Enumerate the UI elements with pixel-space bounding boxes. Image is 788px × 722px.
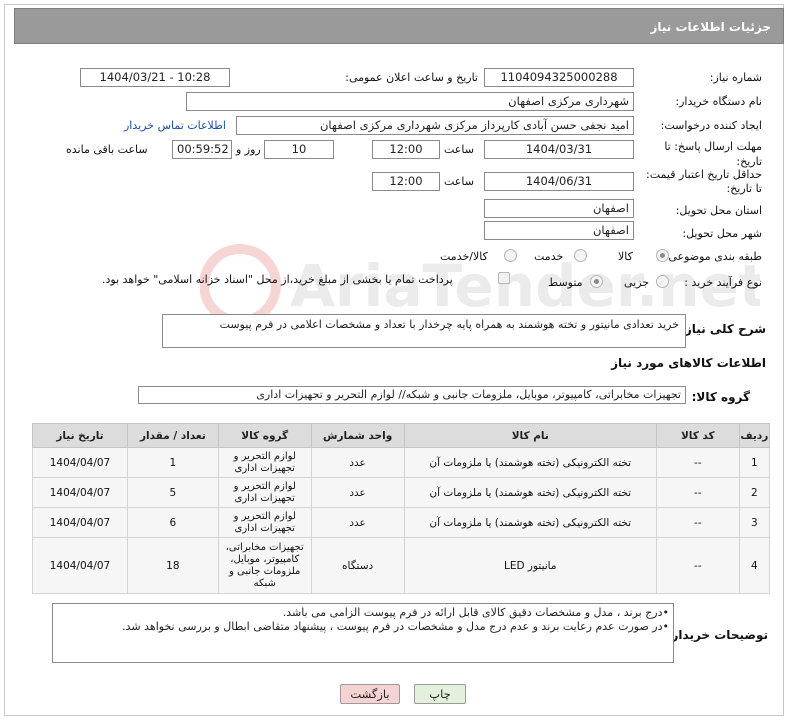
table-row[interactable]: 1 -- تخته الکترونیکی (تخته هوشمند) یا مل… xyxy=(32,447,771,478)
province-label: استان محل تحویل: xyxy=(675,204,762,217)
cell-group: لوازم التحریر و تجهیزات اداری xyxy=(217,447,312,478)
creator-label: ایجاد کننده درخواست: xyxy=(660,119,762,132)
back-button[interactable]: بازگشت xyxy=(340,684,400,704)
cell-qty: 5 xyxy=(126,477,219,508)
cell-qty: 1 xyxy=(126,447,219,478)
cell-qty: 18 xyxy=(126,537,219,594)
cell-code: -- xyxy=(655,507,740,538)
city-label: شهر محل تحویل: xyxy=(682,227,762,240)
buyer-org-field[interactable]: شهرداری مرکزی اصفهان xyxy=(186,92,634,111)
cell-code: -- xyxy=(655,537,740,594)
cell-row: 4 xyxy=(738,537,771,594)
process-option-minor: جزیی xyxy=(624,276,650,289)
price-date-field[interactable]: 1404/06/31 xyxy=(484,172,634,191)
process-label: نوع فرآیند خرید : xyxy=(684,276,762,289)
product-group-label: گروه کالا: xyxy=(691,390,750,404)
cell-group: تجهیزات مخابراتی، کامپیوتر، موبایل، ملزو… xyxy=(217,537,312,594)
deadline-time-field[interactable]: 12:00 xyxy=(372,140,440,159)
cell-row: 2 xyxy=(738,477,771,508)
cell-group: لوازم التحریر و تجهیزات اداری xyxy=(217,507,312,538)
creator-field[interactable]: امید نجفی حسن آبادی کارپرداز مرکزی شهردا… xyxy=(236,116,634,135)
days-label: روز و xyxy=(236,143,261,156)
items-table: ردیف کد کالا نام کالا واحد شمارش گروه کا… xyxy=(32,423,771,594)
category-option-goods: کالا xyxy=(618,250,633,263)
col-unit: واحد شمارش xyxy=(310,423,405,448)
cell-name: مانیتور LED xyxy=(403,537,657,594)
cell-date: 1404/04/07 xyxy=(32,537,128,594)
print-button[interactable]: چاپ xyxy=(414,684,466,704)
category-label: طبقه بندی موضوعی: xyxy=(664,250,762,263)
need-number-field[interactable]: 1104094325000288 xyxy=(484,68,634,87)
time-remaining-label: ساعت باقی مانده xyxy=(66,143,148,156)
cell-unit: عدد xyxy=(310,447,405,478)
price-time-label: ساعت xyxy=(444,175,474,188)
time-remaining-field[interactable]: 00:59:52 xyxy=(172,140,232,159)
col-code: کد کالا xyxy=(655,423,740,448)
buyer-notes-label: توضیحات خریدار: xyxy=(666,628,768,642)
treasury-payment-note: پرداخت تمام یا بخشی از مبلغ خرید،از محل … xyxy=(102,273,453,286)
table-header-row: ردیف کد کالا نام کالا واحد شمارش گروه کا… xyxy=(32,423,771,448)
price-validity-label: حداقل تاریخ اعتبار قیمت: xyxy=(646,168,762,181)
deadline-label-2: تاریخ: xyxy=(736,155,762,168)
table-row[interactable]: 3 -- تخته الکترونیکی (تخته هوشمند) یا مل… xyxy=(32,507,771,538)
col-date: تاریخ نیاز xyxy=(32,423,128,448)
category-radio-goods[interactable] xyxy=(656,249,669,262)
page-header: جزئیات اطلاعات نیاز xyxy=(14,8,784,44)
cell-row: 1 xyxy=(738,447,771,478)
price-time-field[interactable]: 12:00 xyxy=(372,172,440,191)
city-field[interactable]: اصفهان xyxy=(484,221,634,240)
process-option-medium: متوسط xyxy=(548,276,583,289)
contact-info-link[interactable]: اطلاعات تماس خریدار xyxy=(124,119,226,132)
process-radio-medium[interactable] xyxy=(590,275,603,288)
cell-code: -- xyxy=(655,447,740,478)
cell-unit: عدد xyxy=(310,477,405,508)
cell-date: 1404/04/07 xyxy=(32,447,128,478)
cell-name: تخته الکترونیکی (تخته هوشمند) یا ملزومات… xyxy=(403,447,657,478)
price-validity-label-2: تا تاریخ: xyxy=(726,182,762,195)
category-option-service: خدمت xyxy=(534,250,564,263)
cell-unit: دستگاه xyxy=(310,537,405,594)
announce-field[interactable]: 1404/03/21 - 10:28 xyxy=(80,68,230,87)
cell-qty: 6 xyxy=(126,507,219,538)
cell-unit: عدد xyxy=(310,507,405,538)
product-group-field[interactable]: تجهیزات مخابراتی، کامپیوتر، موبایل، ملزو… xyxy=(138,386,686,404)
cell-name: تخته الکترونیکی (تخته هوشمند) یا ملزومات… xyxy=(403,477,657,508)
page-title: جزئیات اطلاعات نیاز xyxy=(650,20,771,34)
province-field[interactable]: اصفهان xyxy=(484,199,634,218)
table-row[interactable]: 4 -- مانیتور LED دستگاه تجهیزات مخابراتی… xyxy=(32,537,771,594)
cell-row: 3 xyxy=(738,507,771,538)
description-label: شرح کلی نیاز: xyxy=(680,322,766,336)
buyer-note-line: •درج برند ، مدل و مشخصات دقیق کالای قابل… xyxy=(282,606,669,619)
col-group: گروه کالا xyxy=(217,423,312,448)
cell-name: تخته الکترونیکی (تخته هوشمند) یا ملزومات… xyxy=(403,507,657,538)
deadline-date-field[interactable]: 1404/03/31 xyxy=(484,140,634,159)
buyer-notes-field[interactable]: •درج برند ، مدل و مشخصات دقیق کالای قابل… xyxy=(52,603,674,663)
table-row[interactable]: 2 -- تخته الکترونیکی (تخته هوشمند) یا مل… xyxy=(32,477,771,508)
need-number-label: شماره نیاز: xyxy=(709,71,762,84)
description-field[interactable]: خرید تعدادی مانیتور و تخته هوشمند به همر… xyxy=(162,314,686,348)
category-radio-service[interactable] xyxy=(574,249,587,262)
cell-code: -- xyxy=(655,477,740,508)
deadline-label: مهلت ارسال پاسخ: تا xyxy=(664,140,762,153)
category-option-both: کالا/خدمت xyxy=(440,250,488,263)
col-row: ردیف xyxy=(738,423,771,448)
buyer-note-line: •در صورت عدم رعایت برند و عدم درج مدل و … xyxy=(122,620,669,633)
col-name: نام کالا xyxy=(403,423,657,448)
cell-date: 1404/04/07 xyxy=(32,507,128,538)
days-remaining-field[interactable]: 10 xyxy=(264,140,334,159)
items-section-title: اطلاعات کالاهای مورد نیاز xyxy=(611,356,766,370)
cell-group: لوازم التحریر و تجهیزات اداری xyxy=(217,477,312,508)
treasury-payment-checkbox[interactable] xyxy=(498,272,510,284)
buyer-org-label: نام دستگاه خریدار: xyxy=(675,95,762,108)
cell-date: 1404/04/07 xyxy=(32,477,128,508)
col-qty: تعداد / مقدار xyxy=(126,423,219,448)
announce-label: تاریخ و ساعت اعلان عمومی: xyxy=(345,71,478,84)
process-radio-minor[interactable] xyxy=(656,275,669,288)
category-radio-both[interactable] xyxy=(504,249,517,262)
deadline-time-label: ساعت xyxy=(444,143,474,156)
